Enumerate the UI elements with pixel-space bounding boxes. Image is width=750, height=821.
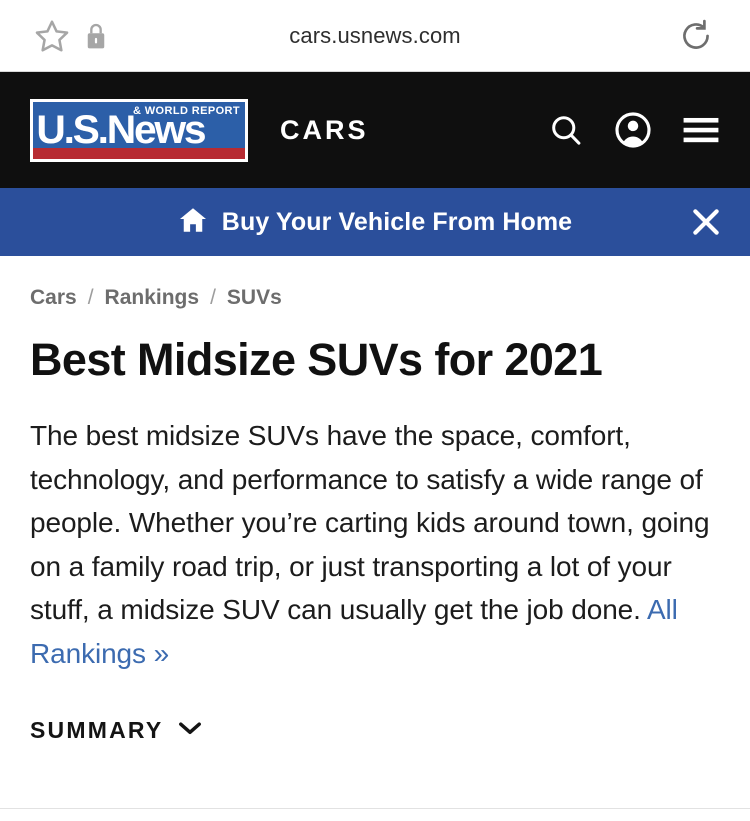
close-icon[interactable] <box>686 202 726 242</box>
header-actions <box>548 111 720 149</box>
star-icon[interactable] <box>33 17 71 55</box>
url-text[interactable]: cars.usnews.com <box>0 0 750 71</box>
home-icon <box>178 205 208 240</box>
page-title: Best Midsize SUVs for 2021 <box>30 334 603 385</box>
breadcrumb-item-suvs[interactable]: SUVs <box>227 286 282 310</box>
summary-accordion-toggle[interactable]: SUMMARY <box>30 717 720 744</box>
account-icon[interactable] <box>614 111 652 149</box>
reload-icon[interactable] <box>677 17 715 55</box>
browser-left-controls <box>0 17 107 55</box>
breadcrumb-item-cars[interactable]: Cars <box>30 286 77 310</box>
promo-banner[interactable]: Buy Your Vehicle From Home <box>0 188 750 256</box>
breadcrumb-separator: / <box>87 286 94 309</box>
breadcrumb: Cars / Rankings / SUVs <box>30 256 720 310</box>
hamburger-menu-icon[interactable] <box>682 114 720 146</box>
section-title[interactable]: CARS <box>280 115 369 146</box>
browser-toolbar: cars.usnews.com <box>0 0 750 72</box>
intro-text: The best midsize SUVs have the space, co… <box>30 420 710 625</box>
promo-content: Buy Your Vehicle From Home <box>178 205 572 240</box>
logo-wordmark: U.S.News <box>36 107 206 152</box>
usnews-logo[interactable]: & WORLD REPORT U.S.News <box>30 98 248 162</box>
intro-paragraph: The best midsize SUVs have the space, co… <box>30 414 720 675</box>
lock-icon[interactable] <box>85 22 107 50</box>
chevron-down-icon[interactable] <box>177 720 203 741</box>
main-content: Cars / Rankings / SUVs Best Midsize SUVs… <box>0 256 750 744</box>
breadcrumb-item-rankings[interactable]: Rankings <box>105 286 200 310</box>
promo-text: Buy Your Vehicle From Home <box>221 207 573 236</box>
summary-label: SUMMARY <box>30 717 164 743</box>
search-icon[interactable] <box>548 112 584 148</box>
bottom-divider <box>0 808 750 809</box>
page-root: cars.usnews.com & WORLD REPORT U.S.News … <box>0 0 750 821</box>
logo-red-bar <box>33 147 245 159</box>
site-header: & WORLD REPORT U.S.News CARS <box>0 72 750 188</box>
browser-right-controls <box>677 17 750 55</box>
breadcrumb-separator: / <box>210 286 216 309</box>
